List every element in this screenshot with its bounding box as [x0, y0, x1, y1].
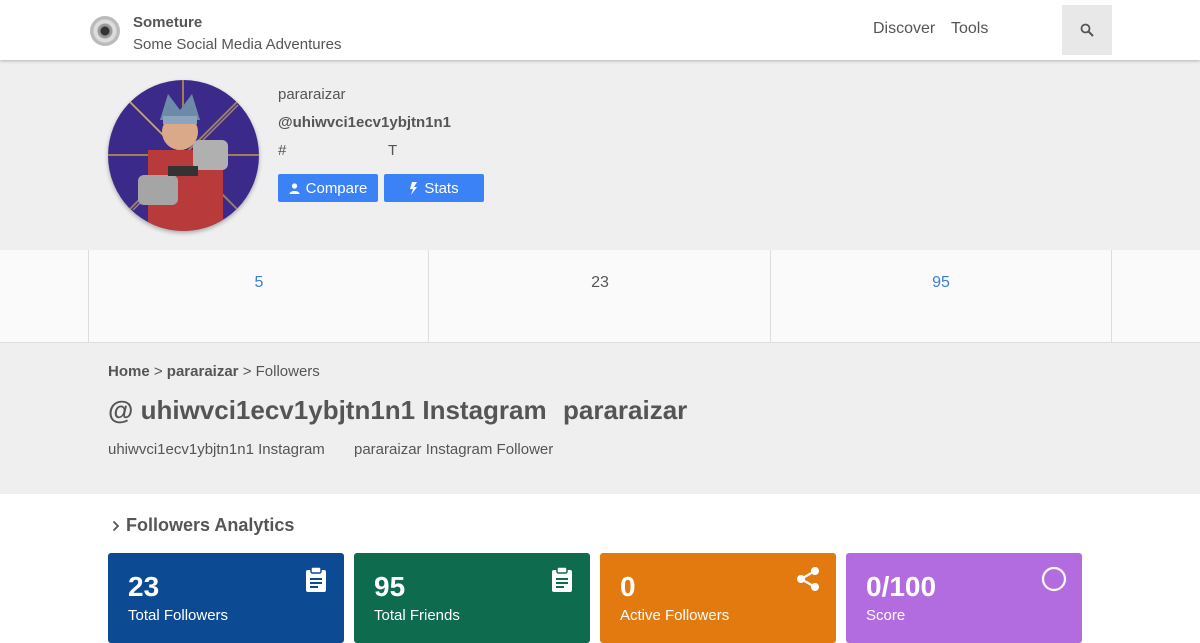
- person-icon: [289, 182, 300, 194]
- stats-button[interactable]: Stats: [384, 174, 484, 202]
- stat-value: 0/100: [866, 571, 937, 602]
- stat-value: 95: [374, 571, 406, 602]
- profile-header: pararaizar @uhiwvci1ecv1ybjtn1n1 # T Com…: [0, 60, 1200, 250]
- stats-label: Stats: [424, 179, 459, 197]
- brand-logo-icon[interactable]: [90, 16, 120, 46]
- breadcrumb-separator: >: [242, 363, 252, 380]
- nav-link-discover[interactable]: Discover: [873, 20, 935, 38]
- page-subtitle-name: pararaizar Instagram Follower: [354, 441, 554, 458]
- count-cell-followers: 23: [428, 250, 771, 342]
- top-navbar: Someture Some Social Media Adventures Di…: [0, 0, 1200, 60]
- compare-button[interactable]: Compare: [278, 174, 378, 202]
- stat-label: Active Followers: [620, 607, 730, 624]
- compare-label: Compare: [305, 179, 368, 197]
- breadcrumb-home[interactable]: Home: [108, 363, 150, 380]
- chevron-right-icon: [112, 520, 120, 531]
- profile-t: T: [388, 142, 398, 159]
- analytics-title: Followers Analytics: [126, 515, 295, 535]
- count-following[interactable]: 95: [771, 274, 1111, 292]
- bolt-icon: [410, 181, 418, 195]
- page-subtitle: uhiwvci1ecv1ybjtn1n1 Instagram: [108, 441, 325, 458]
- count-followers: 23: [591, 274, 609, 291]
- page-title-section: Home > pararaizar > Followers @ uhiwvci1…: [0, 343, 1200, 494]
- count-cell-posts[interactable]: 5: [88, 250, 429, 342]
- count-posts[interactable]: 5: [89, 274, 429, 292]
- breadcrumb: Home > pararaizar > Followers: [108, 363, 320, 380]
- search-button[interactable]: [1062, 5, 1112, 55]
- profile-hash: #: [278, 142, 287, 159]
- breadcrumb-separator: >: [153, 363, 163, 380]
- clipboard-icon: [552, 566, 572, 592]
- count-cell-following[interactable]: 95: [770, 250, 1112, 342]
- breadcrumb-user[interactable]: pararaizar: [167, 363, 239, 380]
- circle-icon: [1041, 566, 1067, 592]
- stat-value: 0: [620, 571, 636, 602]
- stat-value: 23: [128, 571, 160, 602]
- stat-label: Total Friends: [374, 607, 460, 624]
- brand-tagline: Some Social Media Adventures: [133, 36, 342, 53]
- profile-counts: 5 23 95: [0, 250, 1200, 343]
- profile-name: pararaizar: [278, 86, 346, 103]
- breadcrumb-current: Followers: [255, 363, 320, 380]
- search-icon: [1080, 23, 1094, 37]
- share-icon: [797, 567, 819, 591]
- page-title-name: pararaizar: [563, 395, 688, 425]
- profile-handle: @uhiwvci1ecv1ybjtn1n1: [278, 114, 452, 131]
- analytics-heading: Followers Analytics: [112, 515, 294, 536]
- stat-label: Total Followers: [128, 607, 229, 624]
- nav-link-tools[interactable]: Tools: [951, 20, 988, 38]
- page-title: @ uhiwvci1ecv1ybjtn1n1 Instagram: [108, 395, 547, 425]
- clipboard-icon: [306, 566, 326, 592]
- brand-name[interactable]: Someture: [133, 14, 202, 31]
- stat-label: Score: [866, 607, 906, 624]
- avatar: [108, 80, 259, 231]
